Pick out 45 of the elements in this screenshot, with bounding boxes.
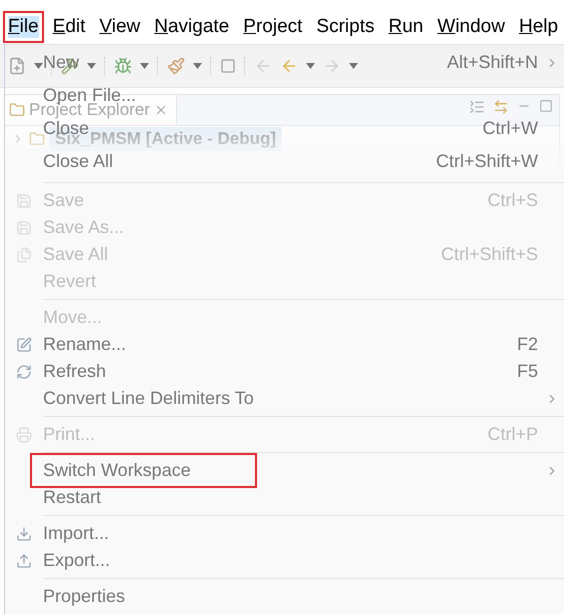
caret-icon[interactable] xyxy=(34,63,43,69)
shortcut-label: Ctrl+Shift+W xyxy=(436,151,539,172)
menu-item[interactable]: Export... xyxy=(43,550,110,571)
bug-icon[interactable] xyxy=(114,57,132,75)
menu-title[interactable]: View xyxy=(94,11,146,43)
caret-icon[interactable] xyxy=(306,63,315,69)
save-icon xyxy=(16,192,32,208)
menu-title[interactable]: Scripts xyxy=(311,11,380,43)
menu-item[interactable]: Switch Workspace xyxy=(30,453,257,488)
menu-title[interactable]: Edit xyxy=(48,11,90,43)
shortcut-label: Ctrl+P xyxy=(487,424,539,445)
square-icon[interactable] xyxy=(220,58,236,74)
menu-item[interactable]: Properties xyxy=(43,586,126,607)
maximize-icon[interactable] xyxy=(539,99,553,113)
shortcut-label: Ctrl+S xyxy=(487,190,539,211)
menu-item[interactable]: Import... xyxy=(43,523,110,544)
menu-title[interactable]: Project xyxy=(238,11,308,43)
save-icon xyxy=(16,220,32,236)
menu-item[interactable]: Close All xyxy=(43,151,114,172)
pages-icon xyxy=(16,246,32,262)
refresh-icon xyxy=(16,364,32,380)
menu-item[interactable]: Convert Line Delimiters To xyxy=(43,388,254,409)
menu-title[interactable]: Navigate xyxy=(149,11,234,43)
menu-item[interactable]: Restart xyxy=(43,487,102,508)
brush-icon[interactable] xyxy=(167,57,185,75)
menu-item[interactable]: Refresh xyxy=(43,361,106,382)
caret-icon[interactable] xyxy=(87,63,96,69)
menu-title[interactable]: Run xyxy=(384,11,428,43)
forward-arrow-icon[interactable] xyxy=(323,57,341,75)
new-file-icon[interactable] xyxy=(8,57,26,75)
menu-item[interactable]: Rename... xyxy=(43,334,126,355)
caret-icon[interactable] xyxy=(349,63,358,69)
menu-title[interactable]: Window xyxy=(432,11,510,43)
folder-icon xyxy=(9,102,25,118)
shortcut-label: Ctrl+W xyxy=(482,118,539,139)
caret-icon[interactable] xyxy=(140,63,149,69)
shortcut-label: F2 xyxy=(516,334,539,355)
shortcut-label: Alt+Shift+N xyxy=(446,52,539,73)
shortcut-label: Ctrl+Shift+S xyxy=(440,244,539,265)
shortcut-label: F5 xyxy=(516,361,539,382)
menu-title[interactable]: File xyxy=(3,11,44,43)
printer-icon xyxy=(16,426,32,442)
caret-icon[interactable] xyxy=(193,63,202,69)
project-icon xyxy=(29,131,45,147)
menu-title[interactable]: Help xyxy=(514,11,564,43)
